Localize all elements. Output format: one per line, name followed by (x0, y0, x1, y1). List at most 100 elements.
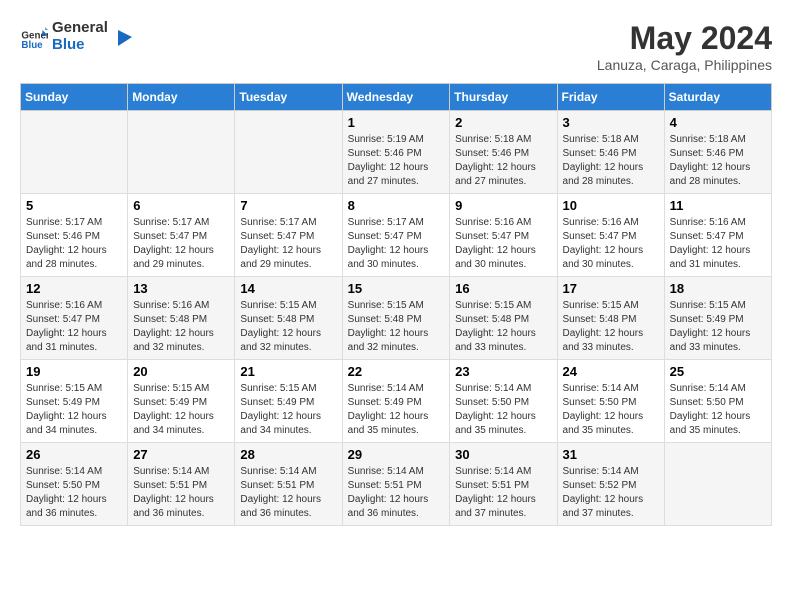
day-number: 18 (670, 281, 766, 296)
calendar-cell: 10 Sunrise: 5:16 AM Sunset: 5:47 PM Dayli… (557, 194, 664, 277)
day-info: Sunrise: 5:14 AM Sunset: 5:51 PM Dayligh… (240, 465, 336, 521)
calendar-cell: 26Sunrise: 5:14 AM Sunset: 5:50 PM Dayli… (21, 443, 128, 526)
calendar-cell: 25 Sunrise: 5:14 AM Sunset: 5:50 PM Dayli… (664, 360, 771, 443)
month-title: May 2024 (597, 20, 772, 57)
day-info: Sunrise: 5:15 AM Sunset: 5:48 PM Dayligh… (455, 299, 551, 355)
day-info: Sunrise: 5:14 AM Sunset: 5:50 PM Dayligh… (26, 465, 122, 521)
day-info: Sunrise: 5:15 AM Sunset: 5:49 PM Dayligh… (240, 382, 336, 438)
calendar-cell: 5 Sunrise: 5:17 AM Sunset: 5:46 PM Daylig… (21, 194, 128, 277)
day-info: Sunrise: 5:17 AM Sunset: 5:47 PM Dayligh… (133, 216, 229, 272)
calendar-cell (128, 111, 235, 194)
calendar-cell: 7 Sunrise: 5:17 AM Sunset: 5:47 PM Daylig… (235, 194, 342, 277)
day-number: 8 (348, 198, 445, 213)
calendar-week-row: 12 Sunrise: 5:16 AM Sunset: 5:47 PM Dayli… (21, 277, 772, 360)
calendar-cell: 11 Sunrise: 5:16 AM Sunset: 5:47 PM Dayli… (664, 194, 771, 277)
day-info: Sunrise: 5:14 AM Sunset: 5:51 PM Dayligh… (348, 465, 445, 521)
day-number: 28 (240, 447, 336, 462)
logo: General Blue General Blue (20, 20, 134, 53)
weekday-header-saturday: Saturday (664, 84, 771, 111)
calendar-week-row: 26Sunrise: 5:14 AM Sunset: 5:50 PM Dayli… (21, 443, 772, 526)
day-number: 12 (26, 281, 122, 296)
calendar-cell: 16 Sunrise: 5:15 AM Sunset: 5:48 PM Dayli… (450, 277, 557, 360)
logo-general: General (52, 20, 108, 37)
day-info: Sunrise: 5:14 AM Sunset: 5:50 PM Dayligh… (670, 382, 766, 438)
logo-blue: Blue (52, 37, 108, 54)
calendar-cell: 8 Sunrise: 5:17 AM Sunset: 5:47 PM Daylig… (342, 194, 450, 277)
day-number: 24 (563, 364, 659, 379)
calendar-cell: 24 Sunrise: 5:14 AM Sunset: 5:50 PM Dayli… (557, 360, 664, 443)
day-info: Sunrise: 5:17 AM Sunset: 5:47 PM Dayligh… (348, 216, 445, 272)
calendar-cell: 30Sunrise: 5:14 AM Sunset: 5:51 PM Dayli… (450, 443, 557, 526)
day-number: 15 (348, 281, 445, 296)
day-info: Sunrise: 5:15 AM Sunset: 5:48 PM Dayligh… (348, 299, 445, 355)
day-info: Sunrise: 5:15 AM Sunset: 5:48 PM Dayligh… (240, 299, 336, 355)
calendar-cell: 17Sunrise: 5:15 AM Sunset: 5:48 PM Dayli… (557, 277, 664, 360)
day-number: 20 (133, 364, 229, 379)
location-subtitle: Lanuza, Caraga, Philippines (597, 57, 772, 73)
calendar-cell: 1 Sunrise: 5:19 AM Sunset: 5:46 PM Daylig… (342, 111, 450, 194)
calendar-cell: 23 Sunrise: 5:14 AM Sunset: 5:50 PM Dayli… (450, 360, 557, 443)
day-number: 3 (563, 115, 659, 130)
day-number: 25 (670, 364, 766, 379)
logo-icon: General Blue (20, 23, 48, 51)
day-number: 19 (26, 364, 122, 379)
day-info: Sunrise: 5:16 AM Sunset: 5:47 PM Dayligh… (26, 299, 122, 355)
weekday-header-thursday: Thursday (450, 84, 557, 111)
day-number: 10 (563, 198, 659, 213)
calendar-cell (235, 111, 342, 194)
calendar-cell: 19 Sunrise: 5:15 AM Sunset: 5:49 PM Dayli… (21, 360, 128, 443)
calendar-week-row: 1 Sunrise: 5:19 AM Sunset: 5:46 PM Daylig… (21, 111, 772, 194)
day-info: Sunrise: 5:16 AM Sunset: 5:48 PM Dayligh… (133, 299, 229, 355)
calendar-cell (21, 111, 128, 194)
calendar-table: SundayMondayTuesdayWednesdayThursdayFrid… (20, 83, 772, 526)
day-info: Sunrise: 5:16 AM Sunset: 5:47 PM Dayligh… (455, 216, 551, 272)
calendar-cell: 13Sunrise: 5:16 AM Sunset: 5:48 PM Dayli… (128, 277, 235, 360)
day-info: Sunrise: 5:15 AM Sunset: 5:48 PM Dayligh… (563, 299, 659, 355)
day-number: 9 (455, 198, 551, 213)
weekday-header-wednesday: Wednesday (342, 84, 450, 111)
day-number: 23 (455, 364, 551, 379)
weekday-header-monday: Monday (128, 84, 235, 111)
day-info: Sunrise: 5:17 AM Sunset: 5:47 PM Dayligh… (240, 216, 336, 272)
day-info: Sunrise: 5:15 AM Sunset: 5:49 PM Dayligh… (133, 382, 229, 438)
calendar-cell: 12 Sunrise: 5:16 AM Sunset: 5:47 PM Dayli… (21, 277, 128, 360)
day-info: Sunrise: 5:14 AM Sunset: 5:51 PM Dayligh… (133, 465, 229, 521)
day-info: Sunrise: 5:14 AM Sunset: 5:50 PM Dayligh… (455, 382, 551, 438)
day-info: Sunrise: 5:14 AM Sunset: 5:50 PM Dayligh… (563, 382, 659, 438)
day-info: Sunrise: 5:16 AM Sunset: 5:47 PM Dayligh… (670, 216, 766, 272)
day-number: 4 (670, 115, 766, 130)
day-info: Sunrise: 5:19 AM Sunset: 5:46 PM Dayligh… (348, 133, 445, 189)
logo-arrow-icon (112, 26, 134, 48)
day-number: 30 (455, 447, 551, 462)
day-info: Sunrise: 5:15 AM Sunset: 5:49 PM Dayligh… (26, 382, 122, 438)
day-info: Sunrise: 5:18 AM Sunset: 5:46 PM Dayligh… (670, 133, 766, 189)
calendar-cell: 6 Sunrise: 5:17 AM Sunset: 5:47 PM Daylig… (128, 194, 235, 277)
calendar-cell: 9 Sunrise: 5:16 AM Sunset: 5:47 PM Daylig… (450, 194, 557, 277)
day-number: 7 (240, 198, 336, 213)
day-number: 5 (26, 198, 122, 213)
day-info: Sunrise: 5:16 AM Sunset: 5:47 PM Dayligh… (563, 216, 659, 272)
calendar-cell: 21 Sunrise: 5:15 AM Sunset: 5:49 PM Dayli… (235, 360, 342, 443)
calendar-cell: 29 Sunrise: 5:14 AM Sunset: 5:51 PM Dayli… (342, 443, 450, 526)
page-header: General Blue General Blue May 2024 Lanuz… (20, 20, 772, 73)
day-number: 1 (348, 115, 445, 130)
day-number: 6 (133, 198, 229, 213)
day-info: Sunrise: 5:18 AM Sunset: 5:46 PM Dayligh… (455, 133, 551, 189)
day-info: Sunrise: 5:18 AM Sunset: 5:46 PM Dayligh… (563, 133, 659, 189)
calendar-cell: 22Sunrise: 5:14 AM Sunset: 5:49 PM Dayli… (342, 360, 450, 443)
weekday-header-friday: Friday (557, 84, 664, 111)
calendar-cell: 2Sunrise: 5:18 AM Sunset: 5:46 PM Daylig… (450, 111, 557, 194)
day-number: 11 (670, 198, 766, 213)
calendar-cell: 3 Sunrise: 5:18 AM Sunset: 5:46 PM Daylig… (557, 111, 664, 194)
day-number: 29 (348, 447, 445, 462)
calendar-cell: 20 Sunrise: 5:15 AM Sunset: 5:49 PM Dayli… (128, 360, 235, 443)
weekday-header-tuesday: Tuesday (235, 84, 342, 111)
day-info: Sunrise: 5:17 AM Sunset: 5:46 PM Dayligh… (26, 216, 122, 272)
weekday-header-row: SundayMondayTuesdayWednesdayThursdayFrid… (21, 84, 772, 111)
day-number: 21 (240, 364, 336, 379)
calendar-week-row: 5 Sunrise: 5:17 AM Sunset: 5:46 PM Daylig… (21, 194, 772, 277)
day-number: 14 (240, 281, 336, 296)
calendar-cell: 14 Sunrise: 5:15 AM Sunset: 5:48 PM Dayli… (235, 277, 342, 360)
day-number: 16 (455, 281, 551, 296)
calendar-cell: 28 Sunrise: 5:14 AM Sunset: 5:51 PM Dayli… (235, 443, 342, 526)
